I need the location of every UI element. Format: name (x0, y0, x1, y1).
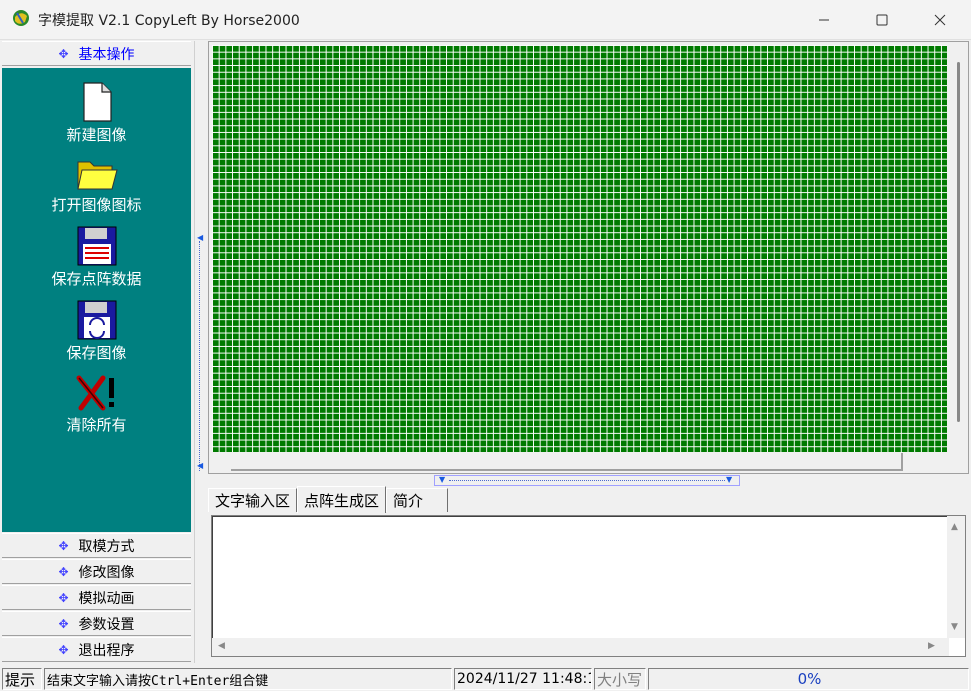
tool-panel: 新建图像 打开图像图标 保存点阵数据 保存图像 清除所有 (2, 68, 191, 532)
clear-all-icon (76, 375, 114, 411)
collapse-left-icon[interactable]: ◀ (197, 461, 203, 470)
sidebar-header-label: 基本操作 (78, 46, 135, 63)
window-title: 字模提取 V2.1 CopyLeft By Horse2000 (38, 13, 300, 29)
status-caps: 大小写 (594, 668, 646, 690)
sidebar-header-basic[interactable]: ✥ 基本操作 (2, 41, 191, 66)
minimize-icon (819, 19, 829, 21)
collapse-left-icon[interactable]: ◀ (197, 233, 203, 242)
status-hint-label: 提示 (2, 668, 42, 690)
floppy-image-icon (77, 300, 116, 340)
vertical-splitter[interactable]: ◀ ◀ (194, 41, 205, 663)
folder-icon (76, 161, 118, 190)
clear-all-button[interactable]: 清除所有 (2, 374, 191, 435)
sidebar-header-mode[interactable]: ✥ 取模方式 (2, 533, 191, 558)
status-hint-text: 结束文字输入请按Ctrl+Enter组合键 (44, 668, 452, 690)
new-image-button[interactable]: 新建图像 (2, 82, 191, 145)
sidebar-header-edit[interactable]: ✥ 修改图像 (2, 559, 191, 584)
maximize-button[interactable] (853, 0, 911, 40)
diamond-icon: ✥ (58, 590, 69, 605)
maximize-icon (876, 14, 888, 26)
diamond-icon: ✥ (58, 642, 69, 657)
tool-label: 打开图像图标 (51, 196, 142, 214)
minimize-button[interactable] (795, 0, 853, 40)
status-progress: 0% (648, 668, 969, 690)
scroll-down-icon[interactable]: ▼ (951, 622, 958, 632)
close-button[interactable] (911, 0, 969, 40)
diamond-icon: ✥ (58, 538, 69, 553)
output-textarea[interactable]: ▲ ▼ ◀ ▶ (211, 515, 966, 657)
sidebar-header-label: 修改图像 (78, 564, 135, 581)
tab-bitmap-output[interactable]: 点阵生成区 (297, 486, 387, 513)
save-image-button[interactable]: 保存图像 (2, 300, 191, 363)
title-bar: 字模提取 V2.1 CopyLeft By Horse2000 (0, 0, 971, 40)
sidebar-header-label: 退出程序 (78, 642, 135, 659)
splitter-grip (449, 480, 725, 481)
save-bitmap-button[interactable]: 保存点阵数据 (2, 226, 191, 289)
tab-bar: 文字输入区 点阵生成区 简介 (208, 486, 449, 513)
sidebar-header-exit[interactable]: ✥ 退出程序 (2, 637, 191, 662)
diamond-icon: ✥ (58, 616, 69, 631)
bitmap-editor (208, 41, 969, 474)
splitter-grip (199, 241, 201, 471)
textarea-vertical-scrollbar[interactable]: ▲ ▼ (947, 516, 965, 638)
scroll-up-icon[interactable]: ▲ (951, 522, 958, 532)
sidebar: ✥ 基本操作 新建图像 打开图像图标 保存点阵数据 保存图像 清除所有 ✥ 取模… (2, 41, 191, 663)
status-bar: 提示 结束文字输入请按Ctrl+Enter组合键 2024/11/27 11:4… (0, 666, 971, 691)
new-file-icon (82, 82, 112, 122)
horizontal-splitter[interactable]: ▼ ▼ (434, 475, 740, 486)
collapse-down-icon[interactable]: ▼ (439, 475, 445, 484)
app-icon (13, 10, 29, 26)
floppy-data-icon (77, 226, 116, 266)
sidebar-header-settings[interactable]: ✥ 参数设置 (2, 611, 191, 636)
scroll-right-icon[interactable]: ▶ (928, 641, 935, 651)
open-image-button[interactable]: 打开图像图标 (2, 156, 191, 215)
tool-label: 清除所有 (66, 416, 127, 434)
pixel-grid[interactable] (212, 45, 947, 452)
sidebar-header-label: 取模方式 (78, 538, 135, 555)
status-datetime: 2024/11/27 11:48:15 (454, 668, 592, 690)
vertical-scrollbar[interactable] (950, 42, 968, 454)
tab-text-input[interactable]: 文字输入区 (208, 488, 298, 512)
sidebar-header-label: 参数设置 (78, 616, 135, 633)
tab-about[interactable]: 简介 (386, 488, 449, 512)
scroll-thumb[interactable] (957, 62, 960, 422)
sidebar-header-label: 模拟动画 (78, 590, 135, 607)
collapse-down-icon[interactable]: ▼ (726, 475, 732, 484)
textarea-horizontal-scrollbar[interactable]: ◀ ▶ (212, 638, 949, 656)
tool-label: 保存点阵数据 (51, 270, 142, 288)
tool-label: 新建图像 (66, 126, 127, 144)
horizontal-scrollbar[interactable] (231, 453, 903, 471)
close-icon (934, 14, 946, 26)
diamond-icon: ✥ (58, 46, 69, 61)
tool-label: 保存图像 (66, 344, 127, 362)
sidebar-header-animation[interactable]: ✥ 模拟动画 (2, 585, 191, 610)
diamond-icon: ✥ (58, 564, 69, 579)
scroll-left-icon[interactable]: ◀ (218, 641, 225, 651)
